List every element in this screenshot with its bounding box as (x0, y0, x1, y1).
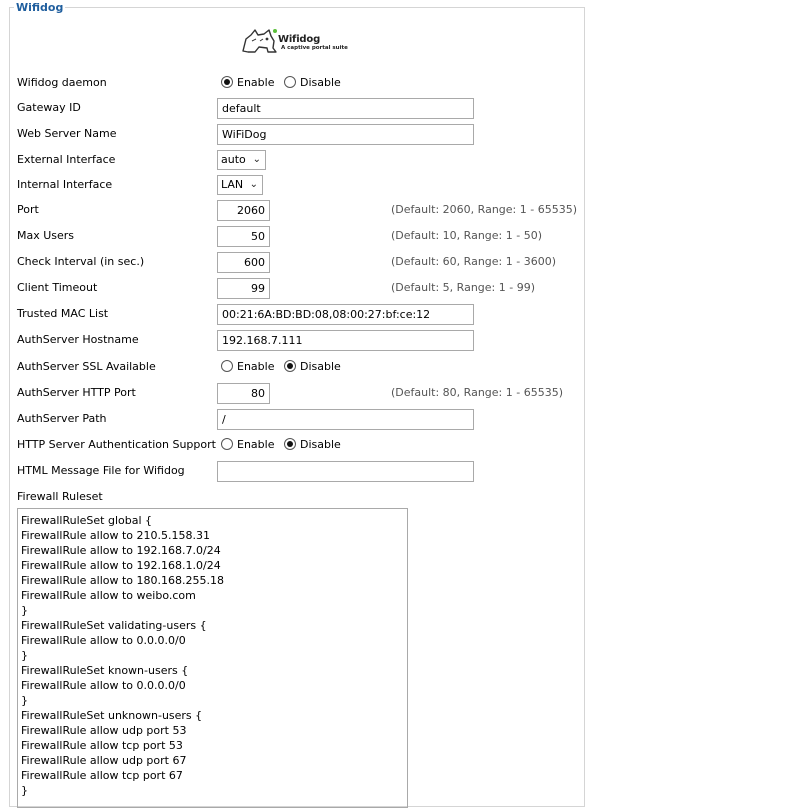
port-label: Port (17, 203, 39, 216)
row-http-auth: HTTP Server Authentication Support Enabl… (17, 435, 577, 455)
check-interval-input[interactable]: 600 (217, 252, 270, 273)
row-auth-http-port: AuthServer HTTP Port 80 (Default: 80, Ra… (17, 383, 577, 404)
firewall-ruleset-textarea[interactable]: FirewallRuleSet global { FirewallRule all… (17, 508, 408, 808)
auth-hostname-input[interactable]: 192.168.7.111 (217, 330, 474, 351)
firewall-rule-line: FirewallRule allow to 180.168.255.18 (21, 574, 225, 587)
check-interval-label: Check Interval (in sec.) (17, 255, 145, 268)
row-auth-path: AuthServer Path / (17, 409, 577, 430)
row-auth-hostname: AuthServer Hostname 192.168.7.111 (17, 330, 577, 351)
auth-http-port-hint: (Default: 80, Range: 1 - 65535) (391, 386, 563, 399)
firewall-rule-line: } (21, 604, 28, 617)
logo-title: Wifidog (278, 34, 321, 45)
logo-subtitle: A captive portal suite (281, 45, 348, 51)
web-server-name-label: Web Server Name (17, 127, 117, 140)
daemon-disable-radio[interactable] (283, 76, 296, 88)
client-timeout-label: Client Timeout (17, 281, 98, 294)
auth-http-port-label: AuthServer HTTP Port (17, 386, 136, 399)
http-auth-disable-radio[interactable] (283, 438, 296, 450)
row-check-interval: Check Interval (in sec.) 600 (Default: 6… (17, 252, 577, 273)
daemon-enable-radio[interactable] (221, 76, 233, 88)
firewall-rule-line: FirewallRuleSet global { (21, 514, 153, 527)
firewall-rule-line: } (21, 694, 28, 707)
http-auth-disable-label[interactable]: Disable (300, 438, 341, 451)
firewall-rule-line: FirewallRule allow to 192.168.7.0/24 (21, 544, 221, 557)
auth-http-port-input[interactable]: 80 (217, 383, 270, 404)
firewall-rule-line: FirewallRule allow to 0.0.0.0/0 (21, 634, 186, 647)
auth-ssl-enable-radio[interactable] (221, 360, 233, 372)
gateway-id-input[interactable]: default (217, 98, 474, 119)
port-input[interactable]: 2060 (217, 200, 270, 221)
html-message-label: HTML Message File for Wifidog (17, 464, 185, 477)
firewall-rule-line: FirewallRule allow tcp port 67 (21, 769, 183, 782)
row-client-timeout: Client Timeout 99 (Default: 5, Range: 1 … (17, 278, 577, 299)
trusted-mac-label: Trusted MAC List (17, 307, 109, 320)
html-message-input[interactable] (217, 461, 474, 482)
client-timeout-hint: (Default: 5, Range: 1 - 99) (391, 281, 535, 294)
firewall-rule-line: FirewallRule allow udp port 53 (21, 724, 187, 737)
external-interface-value: auto (221, 153, 246, 166)
firewall-rule-line: } (21, 649, 28, 662)
max-users-label: Max Users (17, 229, 75, 242)
http-auth-enable-label[interactable]: Enable (237, 438, 274, 451)
check-interval-hint: (Default: 60, Range: 1 - 3600) (391, 255, 556, 268)
auth-ssl-disable-label[interactable]: Disable (300, 360, 341, 373)
daemon-enable-label[interactable]: Enable (237, 76, 274, 89)
web-server-name-input[interactable]: WiFiDog (217, 124, 474, 145)
firewall-rule-line: FirewallRule allow to 192.168.1.0/24 (21, 559, 221, 572)
row-auth-ssl: AuthServer SSL Available Enable Disable (17, 357, 577, 377)
max-users-hint: (Default: 10, Range: 1 - 50) (391, 229, 542, 242)
auth-path-input[interactable]: / (217, 409, 474, 430)
wifidog-logo: Wifidog A captive portal suite (240, 27, 352, 55)
max-users-input[interactable]: 50 (217, 226, 270, 247)
wifidog-mascot-icon (242, 29, 277, 53)
auth-ssl-enable-label[interactable]: Enable (237, 360, 274, 373)
internal-interface-label: Internal Interface (17, 178, 113, 191)
firewall-rule-line: } (21, 784, 28, 797)
row-max-users: Max Users 50 (Default: 10, Range: 1 - 50… (17, 226, 577, 247)
external-interface-select[interactable]: auto ⌄ (217, 150, 266, 170)
http-auth-enable-radio[interactable] (221, 438, 233, 450)
auth-ssl-label: AuthServer SSL Available (17, 360, 156, 373)
row-firewall-ruleset: Firewall Ruleset (17, 487, 577, 507)
gateway-id-label: Gateway ID (17, 101, 81, 114)
wifidog-daemon-label: Wifidog daemon (17, 76, 107, 89)
firewall-rule-line: FirewallRuleSet validating-users { (21, 619, 207, 632)
firewall-rule-line: FirewallRule allow to 0.0.0.0/0 (21, 679, 186, 692)
client-timeout-input[interactable]: 99 (217, 278, 270, 299)
auth-path-label: AuthServer Path (17, 412, 107, 425)
row-trusted-mac: Trusted MAC List 00:21:6A:BD:BD:08,08:00… (17, 304, 577, 325)
firewall-ruleset-label: Firewall Ruleset (17, 490, 103, 503)
http-auth-label: HTTP Server Authentication Support (17, 438, 216, 451)
internal-interface-select[interactable]: LAN ⌄ (217, 175, 263, 195)
row-external-interface: External Interface auto ⌄ (17, 150, 577, 170)
section-title: Wifidog (14, 1, 66, 14)
internal-interface-value: LAN (221, 178, 244, 191)
row-gateway-id: Gateway ID default (17, 98, 577, 119)
firewall-rule-line: FirewallRuleSet unknown-users { (21, 709, 203, 722)
row-port: Port 2060 (Default: 2060, Range: 1 - 655… (17, 200, 577, 221)
row-wifidog-daemon: Wifidog daemon Enable Disable (17, 73, 577, 93)
auth-ssl-disable-radio[interactable] (283, 360, 296, 372)
chevron-down-icon: ⌄ (249, 179, 258, 190)
chevron-down-icon: ⌄ (252, 154, 261, 165)
auth-hostname-label: AuthServer Hostname (17, 333, 139, 346)
firewall-rule-line: FirewallRule allow to 210.5.158.31 (21, 529, 211, 542)
firewall-rule-line: FirewallRule allow udp port 67 (21, 754, 187, 767)
external-interface-label: External Interface (17, 153, 116, 166)
row-html-message: HTML Message File for Wifidog (17, 461, 577, 482)
firewall-rule-line: FirewallRuleSet known-users { (21, 664, 189, 677)
trusted-mac-input[interactable]: 00:21:6A:BD:BD:08,08:00:27:bf:ce:12 (217, 304, 474, 325)
row-internal-interface: Internal Interface LAN ⌄ (17, 175, 577, 195)
firewall-rule-line: FirewallRule allow to weibo.com (21, 589, 196, 602)
firewall-rule-line: FirewallRule allow tcp port 53 (21, 739, 183, 752)
row-web-server-name: Web Server Name WiFiDog (17, 124, 577, 145)
daemon-disable-label[interactable]: Disable (300, 76, 341, 89)
port-hint: (Default: 2060, Range: 1 - 65535) (391, 203, 577, 216)
